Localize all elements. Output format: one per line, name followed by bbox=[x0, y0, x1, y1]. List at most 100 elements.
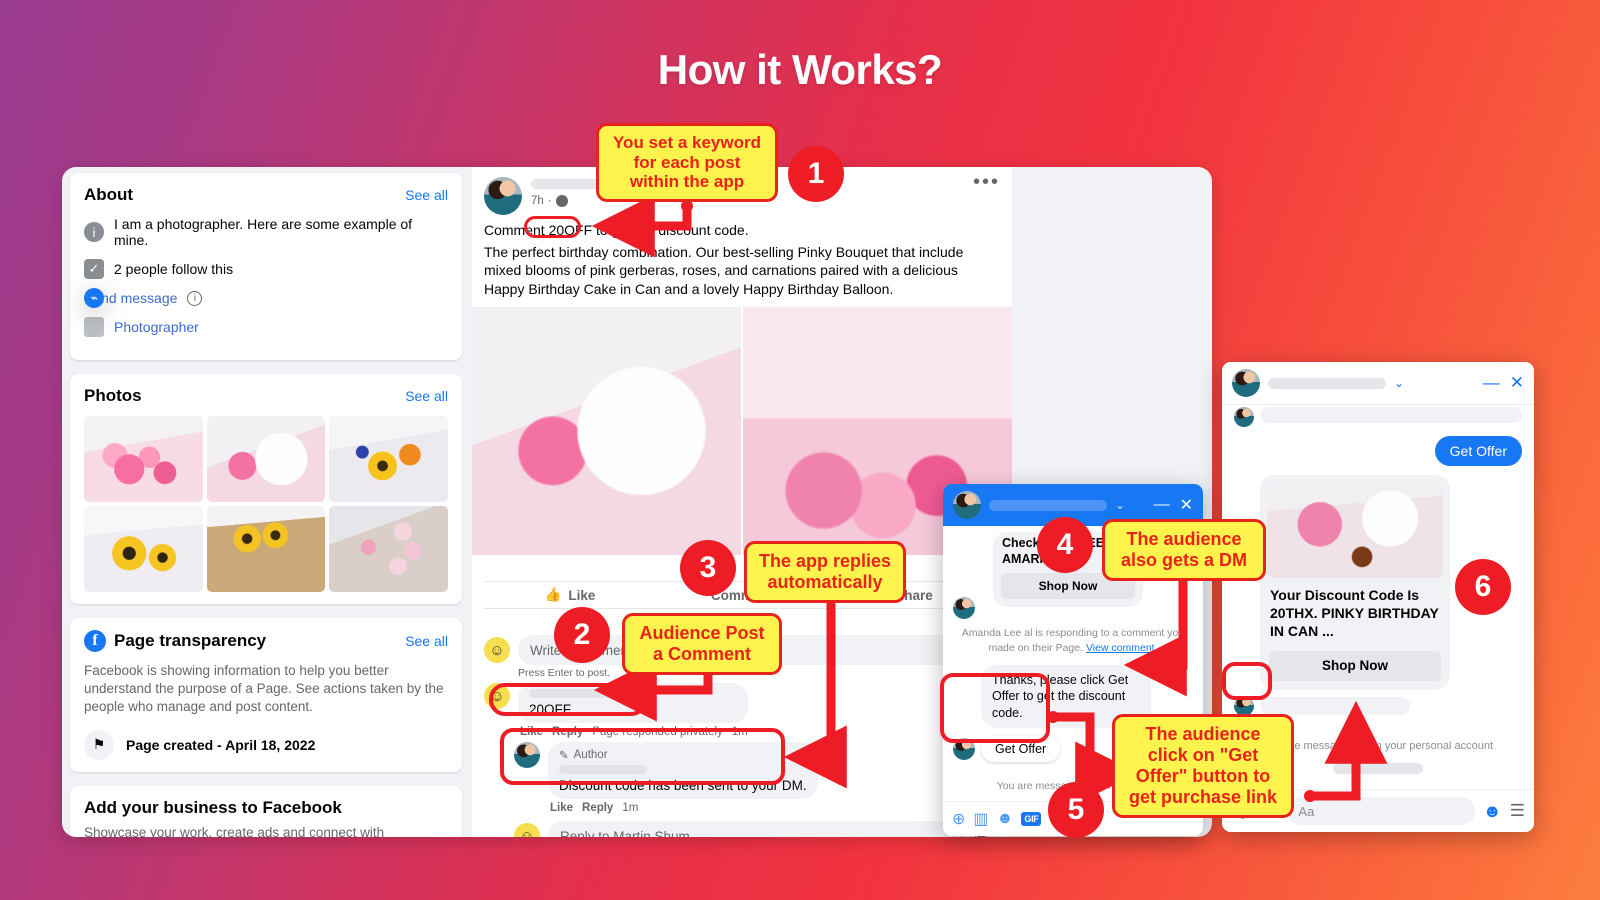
info-outline-icon[interactable]: i bbox=[187, 290, 203, 306]
facebook-logo-icon: f bbox=[84, 630, 106, 652]
transparency-body: Facebook is showing information to help … bbox=[84, 663, 444, 715]
reply-composer: ☺ Reply to Martin Shum... ☺ ▣ bbox=[472, 817, 1012, 837]
sticker-icon[interactable]: ☻ bbox=[997, 810, 1014, 828]
image-icon[interactable]: ▥ bbox=[973, 809, 988, 829]
avatar: ☺ bbox=[484, 637, 510, 664]
right-window-highlight bbox=[1222, 662, 1272, 700]
transparency-card-header: f Page transparency See all bbox=[84, 630, 448, 652]
conversation-name-redacted bbox=[989, 499, 1107, 511]
avatar bbox=[1234, 407, 1254, 427]
like-button[interactable]: 👍 Like bbox=[484, 587, 656, 603]
account-name-redacted bbox=[1333, 762, 1423, 774]
page-created-row: ⚑ Page created - April 18, 2022 bbox=[84, 729, 448, 760]
photos-see-all-link[interactable]: See all bbox=[405, 388, 448, 404]
step-badge-5: 5 bbox=[1048, 782, 1104, 838]
menu-icon[interactable]: ☰ bbox=[1510, 801, 1525, 821]
view-comment-link[interactable]: View comment. bbox=[1086, 642, 1158, 654]
callout-step-5: The audience click on "Get Offer" button… bbox=[1112, 714, 1294, 818]
messenger-system-note: Amanda Lee al is responding to a comment… bbox=[953, 619, 1193, 662]
callout-step-2: Audience Post a Comment bbox=[622, 613, 782, 675]
thumbs-up-icon: 👍 bbox=[544, 587, 562, 603]
auto-reply-highlight bbox=[500, 728, 785, 785]
post-timestamp: 7h bbox=[531, 195, 544, 207]
minimize-icon[interactable]: — bbox=[1483, 373, 1500, 393]
avatar bbox=[953, 597, 975, 620]
step-badge-1: 1 bbox=[788, 146, 844, 202]
close-icon[interactable]: ✕ bbox=[1510, 373, 1524, 393]
more-options-icon[interactable]: ••• bbox=[973, 172, 1000, 192]
sidebar: About See all i I am a photographer. Her… bbox=[62, 167, 462, 837]
about-row-followers: ✓ 2 people follow this bbox=[84, 259, 448, 279]
photo-thumbnail[interactable] bbox=[206, 506, 326, 592]
discount-card-image bbox=[1267, 482, 1443, 578]
discount-card[interactable]: Your Discount Code Is 20THX. PINKY BIRTH… bbox=[1260, 475, 1450, 690]
step-badge-4: 4 bbox=[1037, 517, 1093, 573]
callout-step-3: The app replies automatically bbox=[744, 541, 906, 603]
post-comment-count[interactable]: 4 Co bbox=[472, 555, 1012, 581]
comment-actions: Like Reply 1m bbox=[548, 799, 818, 814]
plus-icon[interactable]: ⊕ bbox=[952, 809, 965, 829]
photos-card: Photos See all bbox=[70, 374, 462, 604]
about-card-header: About See all bbox=[84, 185, 448, 205]
reply-input-placeholder: Reply to Martin Shum... bbox=[560, 828, 702, 837]
chevron-down-icon[interactable]: ⌄ bbox=[1115, 498, 1125, 512]
message-input-placeholder: Aa bbox=[1298, 803, 1315, 819]
step-badge-3: 3 bbox=[680, 540, 736, 596]
check-circle-icon: ✓ bbox=[84, 259, 104, 279]
photo-thumbnail[interactable] bbox=[206, 416, 326, 502]
photos-card-header: Photos See all bbox=[84, 386, 448, 406]
avatar: ☺ bbox=[514, 823, 540, 837]
callout-step-1: You set a keyword for each post within t… bbox=[596, 123, 778, 203]
about-bio-text: I am a photographer. Here are some examp… bbox=[114, 216, 413, 248]
globe-icon bbox=[555, 195, 568, 207]
photo-thumbnail[interactable] bbox=[84, 416, 203, 502]
conversation-name-redacted bbox=[1268, 377, 1386, 389]
avatar bbox=[953, 491, 981, 519]
emoji-icon[interactable]: ☻ bbox=[1483, 801, 1502, 822]
category-link[interactable]: Photographer bbox=[114, 319, 199, 335]
comment-like-button[interactable]: Like bbox=[550, 802, 573, 814]
step-badge-6: 6 bbox=[1455, 559, 1511, 615]
close-icon[interactable]: ✕ bbox=[1180, 495, 1193, 515]
gif-icon[interactable]: GIF bbox=[1021, 812, 1042, 826]
photo-thumbnail[interactable] bbox=[329, 506, 448, 592]
post-action-bar: 👍 Like Comment Share bbox=[484, 581, 1000, 610]
outgoing-message: Get Offer bbox=[1434, 436, 1522, 466]
briefcase-icon bbox=[84, 317, 104, 337]
avatar bbox=[1232, 369, 1260, 397]
flag-icon: ⚑ bbox=[84, 729, 114, 760]
info-icon: i bbox=[84, 222, 104, 242]
about-row-send-message[interactable]: ⌁ Send message i bbox=[84, 288, 448, 308]
about-see-all-link[interactable]: See all bbox=[405, 187, 448, 203]
avatar[interactable] bbox=[484, 177, 522, 215]
comment-time: 1m bbox=[622, 802, 639, 815]
messenger-right-header: ⌄ — ✕ bbox=[1222, 362, 1534, 405]
photo-thumbnail[interactable] bbox=[84, 506, 203, 592]
callout-step-4: The audience also gets a DM bbox=[1102, 519, 1266, 581]
photo-thumbnail[interactable] bbox=[329, 416, 448, 502]
add-business-card: Add your business to Facebook Showcase y… bbox=[70, 785, 462, 837]
add-business-body: Showcase your work, create ads and conne… bbox=[84, 824, 385, 837]
reply-input[interactable]: Reply to Martin Shum... ☺ ▣ bbox=[548, 821, 1000, 837]
post-image[interactable] bbox=[472, 307, 741, 556]
discount-card-text: Your Discount Code Is 20THX. PINKY BIRTH… bbox=[1270, 587, 1439, 640]
audience-comment-highlight bbox=[489, 683, 647, 716]
post-images bbox=[472, 307, 1012, 556]
photo-grid bbox=[84, 416, 448, 592]
page-transparency-card: f Page transparency See all Facebook is … bbox=[70, 618, 462, 772]
post-text-suffix: to get the discount code. bbox=[592, 222, 749, 238]
chevron-down-icon[interactable]: ⌄ bbox=[1394, 376, 1404, 390]
post-body: The perfect birthday combination. Our be… bbox=[484, 243, 964, 297]
page-created-text: Page created - April 18, 2022 bbox=[126, 736, 316, 753]
transparency-see-all-link[interactable]: See all bbox=[405, 633, 448, 649]
keyword-highlight bbox=[524, 216, 581, 238]
about-row-category[interactable]: Photographer bbox=[84, 317, 448, 337]
minimize-icon[interactable]: — bbox=[1154, 496, 1170, 514]
about-title: About bbox=[84, 185, 134, 204]
about-card: About See all i I am a photographer. Her… bbox=[70, 173, 462, 360]
message-input[interactable]: Aa bbox=[1287, 797, 1475, 825]
discount-card-shop-now-button[interactable]: Shop Now bbox=[1269, 650, 1441, 681]
messenger-icon: ⌁ bbox=[84, 288, 104, 308]
add-business-title: Add your business to Facebook bbox=[84, 797, 342, 817]
comment-reply-button[interactable]: Reply bbox=[582, 802, 613, 814]
